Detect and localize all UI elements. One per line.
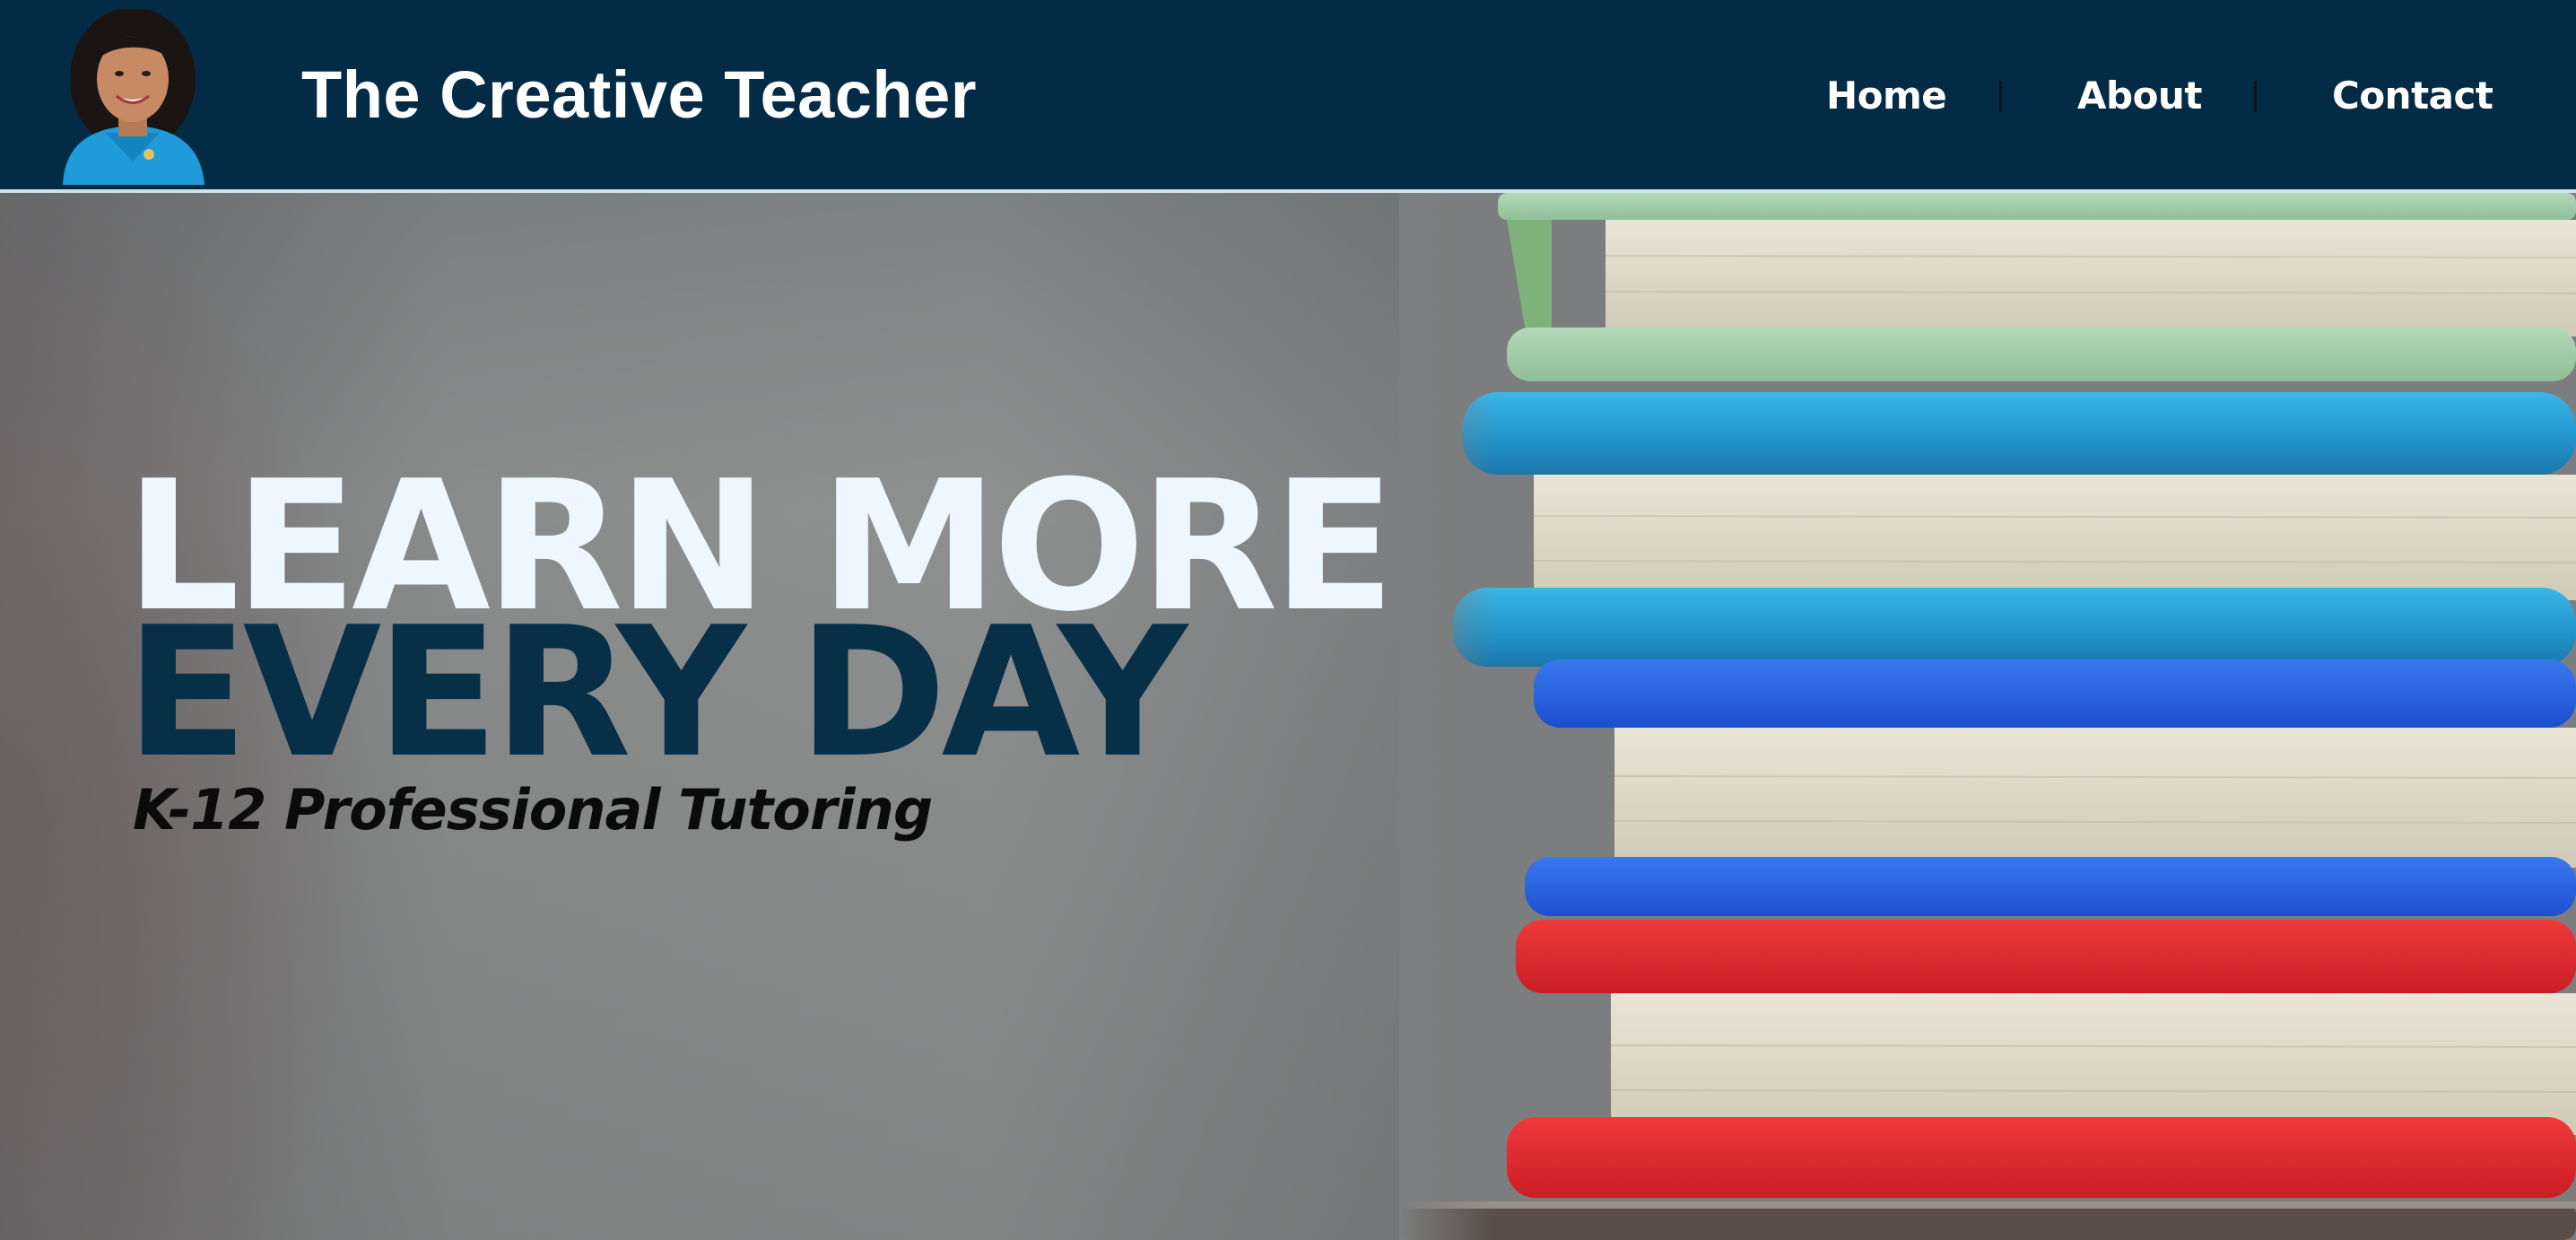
books-stack-image (1399, 193, 2576, 1240)
hero-headline-line2: EVERY DAY (126, 589, 1188, 798)
main-nav: Home About Contact (0, 65, 2576, 127)
nav-divider (2254, 81, 2257, 113)
nav-link-about[interactable]: About (2077, 65, 2202, 127)
nav-link-contact[interactable]: Contact (2332, 65, 2493, 127)
hero-tagline: K-12 Professional Tutoring (133, 777, 933, 843)
nav-divider (1999, 81, 2002, 113)
site-header: The Creative Teacher Home About Contact (0, 0, 2576, 193)
nav-link-home[interactable]: Home (1826, 65, 1947, 127)
hero-section: LEARN MORE EVERY DAY K-12 Professional T… (0, 193, 2576, 1240)
